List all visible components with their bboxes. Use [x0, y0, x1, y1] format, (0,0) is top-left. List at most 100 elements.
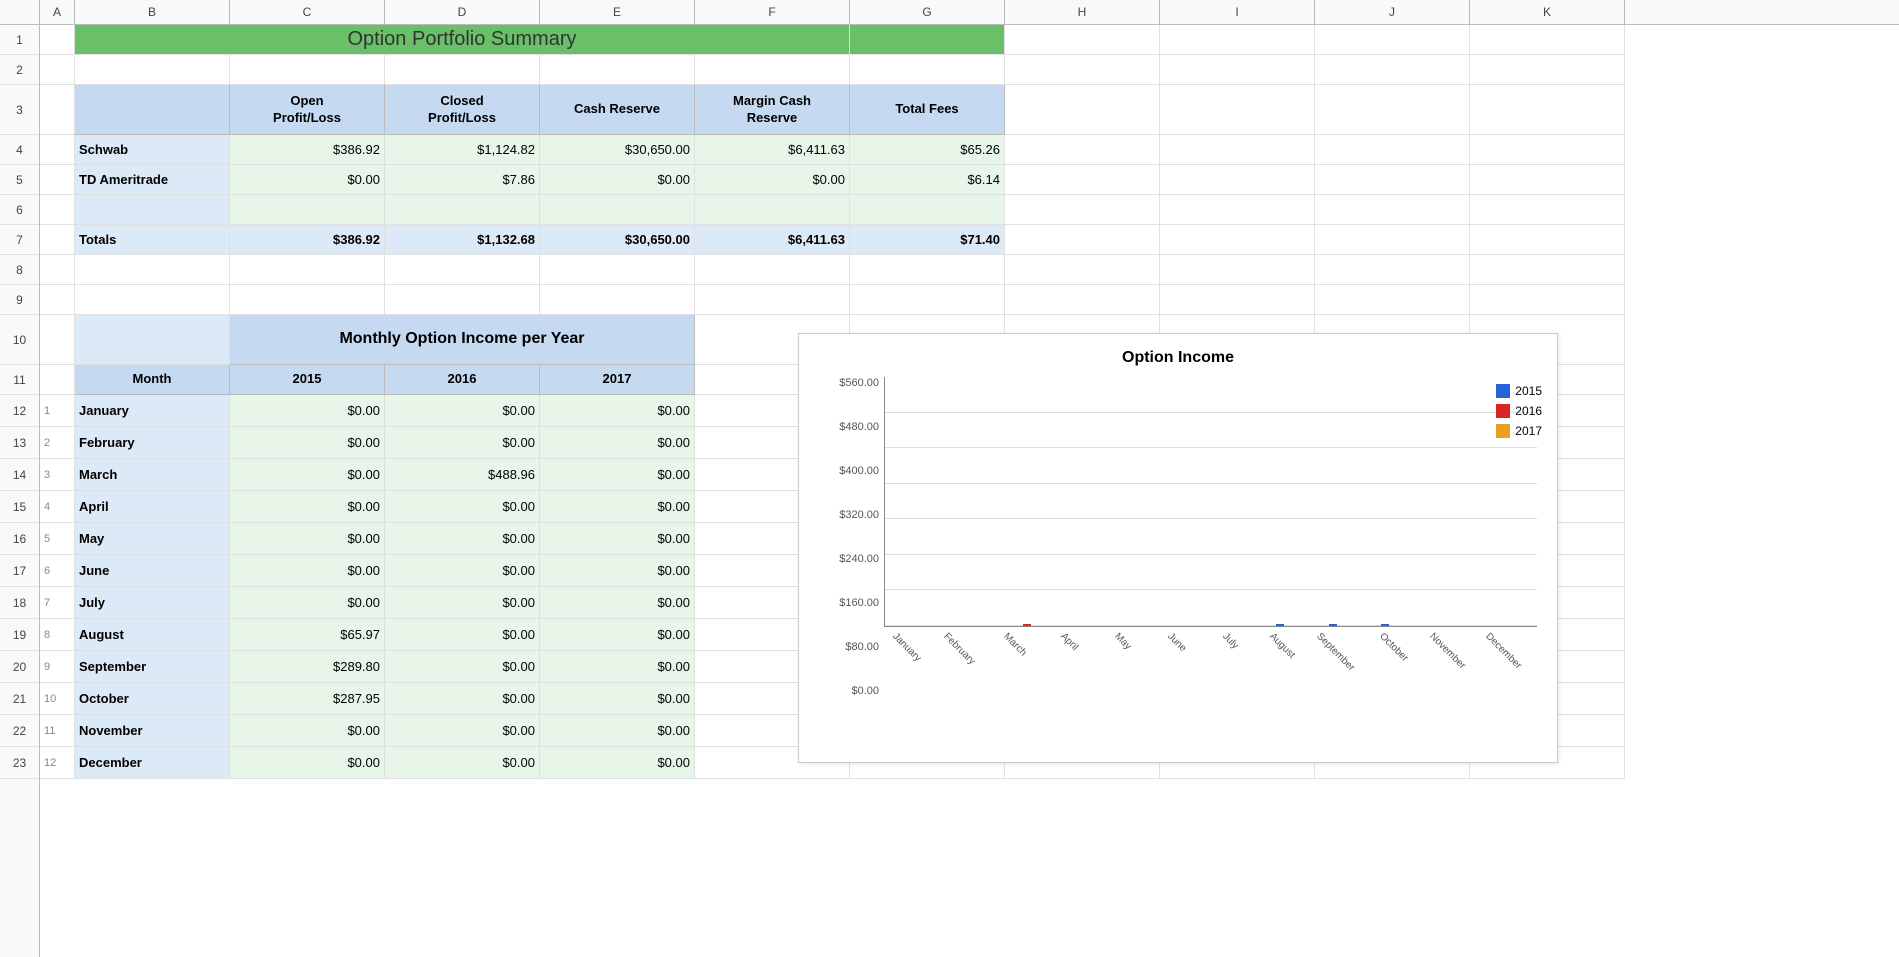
cell-c14: $0.00 — [230, 459, 385, 491]
chart-main: JanuaryFebruaryMarchAprilMayJuneJulyAugu… — [884, 377, 1537, 697]
monthly-col-2016: 2016 — [385, 365, 540, 395]
cell-c19: $65.97 — [230, 619, 385, 651]
x-axis-label: January — [884, 627, 938, 697]
cell-c5: $0.00 — [230, 165, 385, 195]
cell-a11 — [40, 365, 75, 395]
cell-c17: $0.00 — [230, 555, 385, 587]
cell-a23: 12 — [40, 747, 75, 779]
cell-e15: $0.00 — [540, 491, 695, 523]
bar-group — [1316, 624, 1369, 626]
cell-b4-schwab: Schwab — [75, 135, 230, 165]
cell-a4 — [40, 135, 75, 165]
cell-k9 — [1470, 285, 1625, 315]
cell-g8 — [850, 255, 1005, 285]
legend-color — [1496, 384, 1510, 398]
cell-b20: September — [75, 651, 230, 683]
y-axis-label: $160.00 — [839, 597, 879, 609]
y-axis-label: $400.00 — [839, 465, 879, 477]
cell-h6 — [1005, 195, 1160, 225]
cell-e13: $0.00 — [540, 427, 695, 459]
cell-d15: $0.00 — [385, 491, 540, 523]
cell-e19: $0.00 — [540, 619, 695, 651]
legend-label: 2016 — [1515, 404, 1542, 418]
col-header-a: A — [40, 0, 75, 24]
cell-c7: $386.92 — [230, 225, 385, 255]
cell-a2 — [40, 55, 75, 85]
cell-e21: $0.00 — [540, 683, 695, 715]
row-3: OpenProfit/Loss ClosedProfit/Loss Cash R… — [40, 85, 1899, 135]
cell-d22: $0.00 — [385, 715, 540, 747]
chart-overlay: Option Income $560.00$480.00$400.00$320.… — [798, 333, 1558, 763]
cell-j1 — [1315, 25, 1470, 55]
cell-g6 — [850, 195, 1005, 225]
cell-a18: 7 — [40, 587, 75, 619]
row-num-16: 16 — [0, 523, 39, 555]
row-num-9: 9 — [0, 285, 39, 315]
cell-b14: March — [75, 459, 230, 491]
cell-i7 — [1160, 225, 1315, 255]
cell-d7: $1,132.68 — [385, 225, 540, 255]
cell-b16: May — [75, 523, 230, 555]
cell-f6 — [695, 195, 850, 225]
cell-a14: 3 — [40, 459, 75, 491]
monthly-col-2017: 2017 — [540, 365, 695, 395]
bar-2015-7 — [1276, 624, 1284, 626]
cell-d18: $0.00 — [385, 587, 540, 619]
cell-e18: $0.00 — [540, 587, 695, 619]
cell-d17: $0.00 — [385, 555, 540, 587]
cell-a7 — [40, 225, 75, 255]
cell-b9 — [75, 285, 230, 315]
cell-d19: $0.00 — [385, 619, 540, 651]
legend-color — [1496, 404, 1510, 418]
cell-f4: $6,411.63 — [695, 135, 850, 165]
cell-a16: 5 — [40, 523, 75, 555]
cell-e16: $0.00 — [540, 523, 695, 555]
col-header-k: K — [1470, 0, 1625, 24]
cell-j7 — [1315, 225, 1470, 255]
col-header-e: E — [540, 0, 695, 24]
cell-e4: $30,650.00 — [540, 135, 695, 165]
bar-2015-8 — [1329, 624, 1337, 626]
cell-a10 — [40, 315, 75, 365]
cell-c2 — [230, 55, 385, 85]
row-num-6: 6 — [0, 195, 39, 225]
bar-group — [1264, 624, 1317, 626]
cell-d21: $0.00 — [385, 683, 540, 715]
row-num-1: 1 — [0, 25, 39, 55]
cell-g4: $65.26 — [850, 135, 1005, 165]
cell-h5 — [1005, 165, 1160, 195]
y-axis-label: $320.00 — [839, 509, 879, 521]
cell-b8 — [75, 255, 230, 285]
cell-b21: October — [75, 683, 230, 715]
cell-b22: November — [75, 715, 230, 747]
cell-j4 — [1315, 135, 1470, 165]
row-num-17: 17 — [0, 555, 39, 587]
row-2 — [40, 55, 1899, 85]
cell-a19: 8 — [40, 619, 75, 651]
cell-c8 — [230, 255, 385, 285]
cell-b10 — [75, 315, 230, 365]
cell-b5-tdameritrade: TD Ameritrade — [75, 165, 230, 195]
row-num-8: 8 — [0, 255, 39, 285]
cell-f5: $0.00 — [695, 165, 850, 195]
legend-color — [1496, 424, 1510, 438]
y-axis-label: $560.00 — [839, 377, 879, 389]
cell-c15: $0.00 — [230, 491, 385, 523]
cell-d23: $0.00 — [385, 747, 540, 779]
cell-k2 — [1470, 55, 1625, 85]
cell-c9 — [230, 285, 385, 315]
legend-label: 2015 — [1515, 384, 1542, 398]
summary-header-fees: Total Fees — [850, 85, 1005, 135]
cell-j3 — [1315, 85, 1470, 135]
cell-k3 — [1470, 85, 1625, 135]
bar-group — [1000, 624, 1053, 626]
cell-c18: $0.00 — [230, 587, 385, 619]
cell-c21: $287.95 — [230, 683, 385, 715]
x-axis-label: June — [1152, 627, 1206, 697]
col-header-i: I — [1160, 0, 1315, 24]
cell-k4 — [1470, 135, 1625, 165]
cell-h9 — [1005, 285, 1160, 315]
cell-h2 — [1005, 55, 1160, 85]
cell-i4 — [1160, 135, 1315, 165]
cell-e8 — [540, 255, 695, 285]
